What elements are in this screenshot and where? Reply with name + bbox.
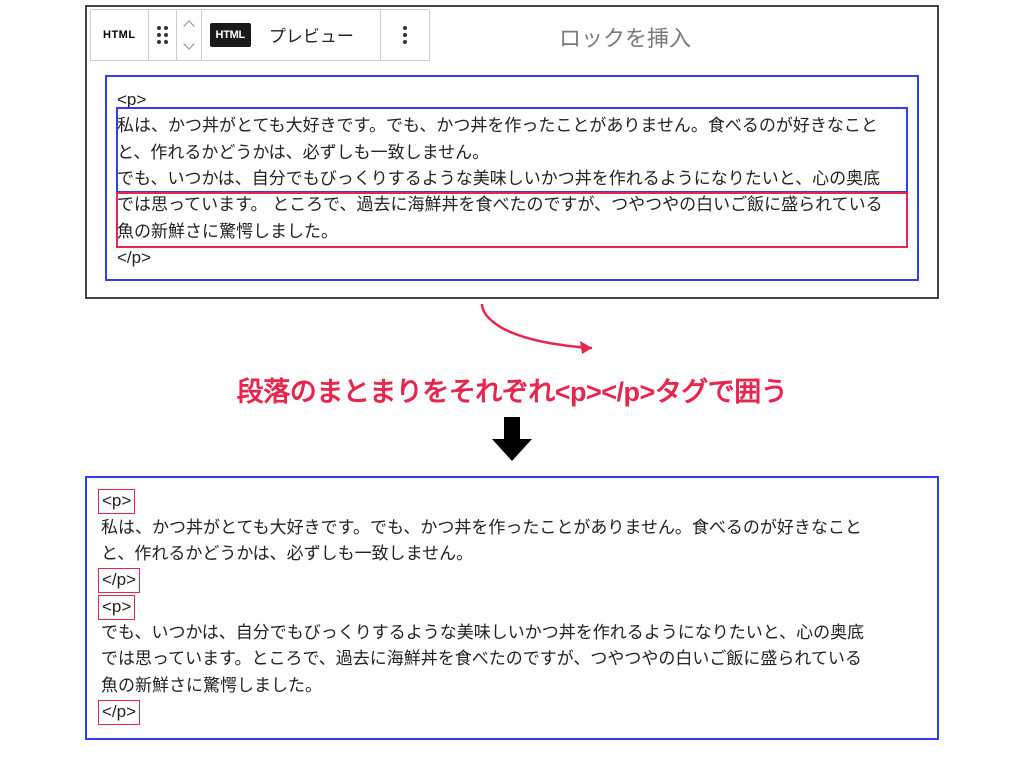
code-span: では思っています。 — [117, 195, 267, 214]
kebab-icon — [389, 26, 421, 44]
code-line: 私は、かつ丼がとても大好きです。でも、かつ丼を作ったことがありません。食べるのが… — [117, 113, 907, 139]
code-line: </p> — [101, 567, 923, 593]
code-line: <p> — [101, 488, 923, 514]
code-line: 魚の新鮮さに驚愕しました。 — [101, 673, 923, 699]
code-line: <p> — [117, 87, 907, 113]
highlighted-tag: </p> — [98, 700, 140, 725]
down-arrow-icon — [488, 417, 536, 463]
code-editor-area[interactable]: <p> 私は、かつ丼がとても大好きです。でも、かつ丼を作ったことがありません。食… — [105, 75, 919, 281]
code-line: では思っています。 ところで、過去に海鮮丼を食べたのですが、つやつやの白いご飯に… — [117, 192, 907, 218]
block-toolbar: HTML HTML プレビュー — [87, 7, 937, 63]
code-line: </p> — [101, 699, 923, 725]
code-line: でも、いつかは、自分でもびっくりするような美味しいかつ丼を作れるようになりたいと… — [117, 166, 907, 192]
code-line: と、作れるかどうかは、必ずしも一致しません。 — [117, 140, 907, 166]
code-editor-area-result[interactable]: <p> 私は、かつ丼がとても大好きです。でも、かつ丼を作ったことがありません。食… — [85, 476, 939, 739]
toolbar-group-left: HTML — [90, 9, 202, 61]
move-arrows-cell — [177, 10, 201, 60]
code-line: では思っています。ところで、過去に海鮮丼を食べたのですが、つやつやの白いご飯に盛… — [101, 646, 923, 672]
black-arrow-wrap — [5, 417, 1019, 468]
highlighted-tag: <p> — [98, 595, 135, 620]
code-line: </p> — [117, 245, 907, 271]
more-options-cell[interactable] — [381, 10, 429, 60]
preview-button-label: プレビュー — [251, 22, 372, 47]
drag-cell[interactable] — [149, 10, 177, 60]
toolbar-group-right: HTML プレビュー — [202, 9, 430, 61]
annotation-text: 段落のまとまりをそれぞれ<p></p>タグで囲う — [5, 370, 1019, 409]
curved-arrow-icon — [422, 304, 602, 359]
code-line: と、作れるかどうかは、必ずしも一致しません。 — [101, 541, 923, 567]
html-view-cell[interactable]: HTML プレビュー — [202, 10, 381, 60]
html-active-badge: HTML — [210, 23, 251, 47]
drag-handle-icon — [157, 26, 168, 44]
block-type-cell[interactable]: HTML — [91, 10, 149, 60]
highlighted-tag: </p> — [98, 568, 140, 593]
insert-placeholder: ロックを挿入 — [559, 21, 691, 53]
html-block-label: HTML — [99, 29, 140, 41]
code-line: 魚の新鮮さに驚愕しました。 — [117, 219, 907, 245]
highlighted-tag: <p> — [98, 489, 135, 514]
move-down-icon[interactable] — [183, 38, 194, 49]
code-line: 私は、かつ丼がとても大好きです。でも、かつ丼を作ったことがありません。食べるのが… — [101, 515, 923, 541]
code-span: ところで、過去に海鮮丼を食べたのですが、つやつやの白いご飯に盛られている — [272, 195, 882, 214]
move-up-icon[interactable] — [183, 20, 194, 31]
red-arrow-annotation — [5, 304, 1019, 364]
code-line: でも、いつかは、自分でもびっくりするような美味しいかつ丼を作れるようになりたいと… — [101, 620, 923, 646]
editor-container: HTML HTML プレビュー — [85, 5, 939, 299]
code-line: <p> — [101, 594, 923, 620]
